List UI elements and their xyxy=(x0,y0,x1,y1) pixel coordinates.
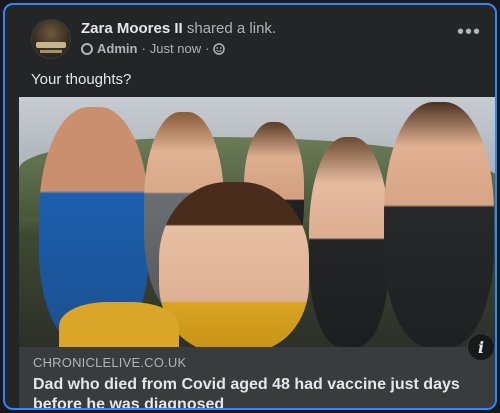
admin-label: Admin xyxy=(97,41,138,56)
link-preview[interactable]: i CHRONICLELIVE.CO.UK Dad who died from … xyxy=(19,97,495,408)
post-header: Zara Moores II shared a link. Admin · Ju… xyxy=(31,17,481,59)
photo-person-young-man xyxy=(384,102,494,347)
meta-separator-2: · xyxy=(205,41,210,56)
more-horizontal-icon[interactable]: ••• xyxy=(457,22,481,42)
meta-separator: · xyxy=(141,41,146,56)
link-title[interactable]: Dad who died from Covid aged 48 had vacc… xyxy=(33,375,483,408)
post-timestamp[interactable]: Just now xyxy=(150,41,201,56)
admin-badge-icon xyxy=(81,42,93,55)
post-text: Your thoughts? xyxy=(31,71,132,88)
author-line: Zara Moores II shared a link. xyxy=(81,20,276,37)
group-avatar[interactable] xyxy=(31,19,71,59)
post-card[interactable]: Zara Moores II shared a link. Admin · Ju… xyxy=(3,3,497,410)
post-meta: Admin · Just now · xyxy=(81,41,226,56)
avatar-band-2 xyxy=(40,50,62,53)
audience-icon[interactable] xyxy=(213,42,226,55)
avatar-band xyxy=(36,42,66,48)
link-preview-photo[interactable] xyxy=(19,97,495,347)
photo-yellow-jacket xyxy=(59,302,179,347)
photo-person-boy xyxy=(309,137,389,347)
author-name[interactable]: Zara Moores II xyxy=(81,20,183,37)
post-action: shared a link. xyxy=(186,20,277,37)
link-domain: CHRONICLELIVE.CO.UK xyxy=(33,355,187,370)
photo-person-woman-glasses xyxy=(159,182,309,347)
info-icon[interactable]: i xyxy=(467,333,495,361)
